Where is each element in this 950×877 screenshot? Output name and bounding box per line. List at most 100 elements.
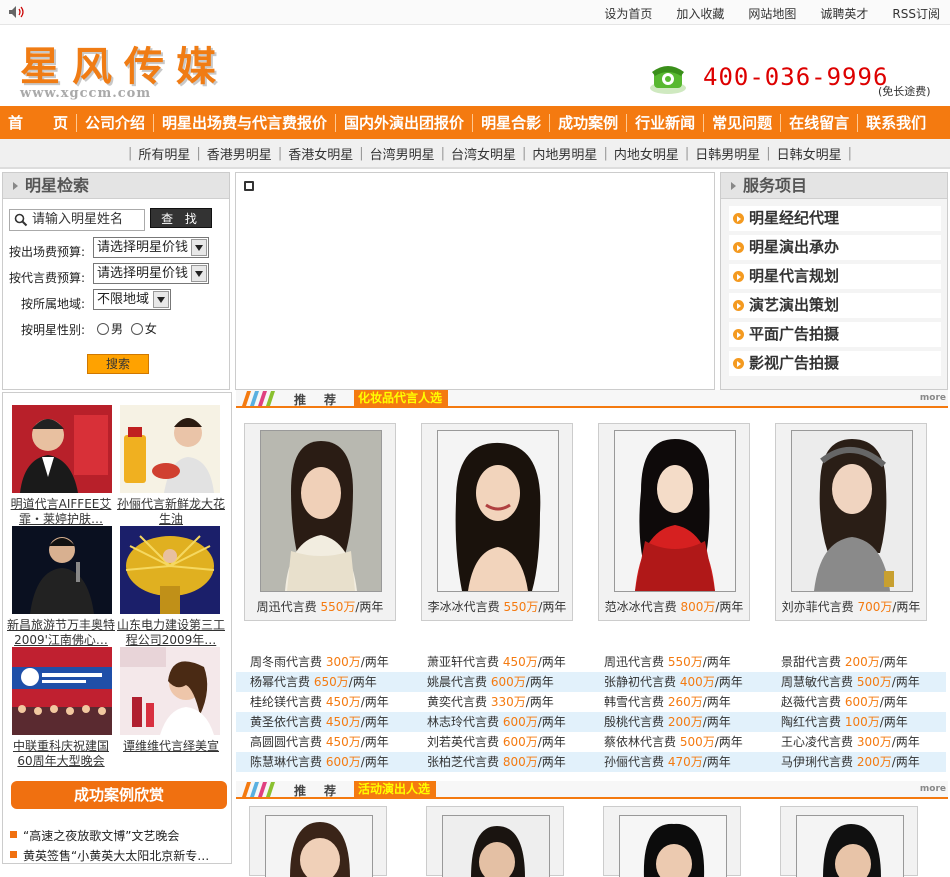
service-print-ads[interactable]: 平面广告拍摄 (729, 322, 941, 347)
event-star-photo-2[interactable] (442, 815, 550, 877)
cat-cn-female[interactable]: 内地女明星 (614, 144, 679, 163)
rss-link[interactable]: RSS订阅 (892, 5, 940, 22)
event-star-photo-1[interactable] (265, 815, 373, 877)
price-cell[interactable]: 孙俪代言费 470万/两年 (590, 752, 767, 772)
nav-home[interactable]: 首 页 (8, 112, 68, 133)
news-thumb-5[interactable] (12, 647, 112, 735)
star-photo-2[interactable] (437, 430, 559, 592)
star-card-2[interactable]: 李冰冰代言费 550万/两年 (421, 423, 573, 621)
event-star-card-3[interactable] (603, 806, 741, 877)
price-cell[interactable]: 张静初代言费 400万/两年 (590, 672, 767, 692)
star-card-1[interactable]: 周迅代言费 550万/两年 (244, 423, 396, 621)
nav-message[interactable]: 在线留言 (789, 112, 849, 133)
news-caption-3[interactable]: 新昌旅游节万丰奥特2009'江南佛心… (7, 618, 115, 648)
case-item-2[interactable]: 黄英签售“小黄英大太阳北京新专… (9, 847, 209, 864)
more-link[interactable]: more (920, 784, 946, 794)
star-photo-1[interactable] (260, 430, 382, 592)
nav-troupe-prices[interactable]: 国内外演出团报价 (344, 112, 464, 133)
price-cell[interactable]: 刘若英代言费 600万/两年 (413, 732, 590, 752)
event-star-card-1[interactable] (249, 806, 387, 877)
careers-link[interactable]: 诚聘英才 (820, 5, 868, 22)
price-cell[interactable]: 林志玲代言费 600万/两年 (413, 712, 590, 732)
center-banner (235, 172, 715, 390)
price-cell[interactable]: 殷桃代言费 200万/两年 (590, 712, 767, 732)
nav-news[interactable]: 行业新闻 (635, 112, 695, 133)
news-caption-6[interactable]: 谭维维代言绎美宣 (117, 739, 225, 769)
nav-cases[interactable]: 成功案例 (558, 112, 618, 133)
sitemap-link[interactable]: 网站地图 (748, 5, 796, 22)
price-cell[interactable]: 赵薇代言费 600万/两年 (767, 692, 944, 712)
news-caption-5[interactable]: 中联重科庆祝建国60周年大型晚会策… (7, 739, 115, 769)
nav-about[interactable]: 公司介绍 (85, 112, 145, 133)
cat-hk-female[interactable]: 香港女明星 (288, 144, 353, 163)
star-photo-3[interactable] (614, 430, 736, 592)
event-star-card-2[interactable] (426, 806, 564, 877)
search-submit-button[interactable]: 搜索 (87, 354, 149, 374)
add-favorite-link[interactable]: 加入收藏 (676, 5, 724, 22)
appearance-fee-select[interactable]: 请选择明星价钱 (93, 237, 209, 258)
price-cell[interactable]: 陶红代言费 100万/两年 (767, 712, 944, 732)
news-thumb-2[interactable] (120, 405, 220, 493)
news-caption-1[interactable]: 明道代言AIFFEE艾霏・莱婷护肤… (7, 497, 115, 527)
event-star-photo-3[interactable] (619, 815, 727, 877)
price-cell[interactable]: 高圆圆代言费 450万/两年 (236, 732, 413, 752)
price-cell[interactable]: 黄圣依代言费 450万/两年 (236, 712, 413, 732)
price-cell[interactable]: 姚晨代言费 600万/两年 (413, 672, 590, 692)
male-radio[interactable] (97, 323, 109, 335)
price-cell[interactable]: 陈慧琳代言费 600万/两年 (236, 752, 413, 772)
set-homepage-link[interactable]: 设为首页 (604, 5, 652, 22)
cat-tw-male[interactable]: 台湾男明星 (370, 144, 435, 163)
cat-jk-male[interactable]: 日韩男明星 (695, 144, 760, 163)
price-cell[interactable]: 杨幂代言费 650万/两年 (236, 672, 413, 692)
price-cell[interactable]: 王心凌代言费 300万/两年 (767, 732, 944, 752)
news-caption-2[interactable]: 孙俪代言新鲜龙大花生油 (117, 497, 225, 527)
news-thumb-6[interactable] (120, 647, 220, 735)
case-item-1[interactable]: “高速之夜放歌文博”文艺晚会 (9, 827, 179, 844)
site-logo[interactable]: 星风传媒 www.xgccm.com (20, 44, 230, 104)
price-cell[interactable]: 景甜代言费 200万/两年 (767, 652, 944, 672)
price-cell[interactable]: 黄奕代言费 330万/两年 (413, 692, 590, 712)
more-link[interactable]: more (920, 393, 946, 403)
event-star-card-4[interactable] (780, 806, 918, 877)
star-photo-4[interactable] (791, 430, 913, 592)
region-select[interactable]: 不限地域 (93, 289, 171, 310)
price-star-name: 韩雪代言费 (604, 695, 665, 709)
price-star-name: 陶红代言费 (781, 715, 842, 729)
nav-faq[interactable]: 常见问题 (712, 112, 772, 133)
service-performance[interactable]: 明星演出承办 (729, 235, 941, 260)
endorse-fee-select[interactable]: 请选择明星价钱 (93, 263, 209, 284)
service-video-ads[interactable]: 影视广告拍摄 (729, 351, 941, 376)
cat-all[interactable]: 所有明星 (138, 144, 190, 163)
star-card-4[interactable]: 刘亦菲代言费 700万/两年 (775, 423, 927, 621)
price-star-name: 周慧敏代言费 (781, 675, 854, 689)
price-cell[interactable]: 周冬雨代言费 300万/两年 (236, 652, 413, 672)
news-thumb-3[interactable] (12, 526, 112, 614)
price-cell[interactable]: 萧亚轩代言费 450万/两年 (413, 652, 590, 672)
news-thumb-1[interactable] (12, 405, 112, 493)
price-cell[interactable]: 周迅代言费 550万/两年 (590, 652, 767, 672)
price-cell[interactable]: 桂纶镁代言费 450万/两年 (236, 692, 413, 712)
cat-cn-male[interactable]: 内地男明星 (532, 144, 597, 163)
cat-tw-female[interactable]: 台湾女明星 (451, 144, 516, 163)
nav-star-fees[interactable]: 明星出场费与代言费报价 (162, 112, 327, 133)
nav-star-photos[interactable]: 明星合影 (481, 112, 541, 133)
price-cell[interactable]: 马伊琍代言费 200万/两年 (767, 752, 944, 772)
service-planning[interactable]: 演艺演出策划 (729, 293, 941, 318)
price-cell[interactable]: 张柏芝代言费 800万/两年 (413, 752, 590, 772)
service-agency[interactable]: 明星经纪代理 (729, 206, 941, 231)
news-thumb-4[interactable] (120, 526, 220, 614)
event-star-photo-4[interactable] (796, 815, 904, 877)
news-caption-4[interactable]: 山东电力建设第三工程公司2009年… (117, 618, 225, 648)
price-cell[interactable]: 周慧敏代言费 500万/两年 (767, 672, 944, 692)
price-cell[interactable]: 韩雪代言费 260万/两年 (590, 692, 767, 712)
price-cell[interactable]: 蔡依林代言费 500万/两年 (590, 732, 767, 752)
star-card-3[interactable]: 范冰冰代言费 800万/两年 (598, 423, 750, 621)
cat-hk-male[interactable]: 香港男明星 (207, 144, 272, 163)
price-star-name: 周冬雨代言费 (250, 655, 323, 669)
cat-jk-female[interactable]: 日韩女明星 (777, 144, 842, 163)
female-radio[interactable] (130, 323, 143, 335)
service-endorsement[interactable]: 明星代言规划 (729, 264, 941, 289)
find-button[interactable]: 查 找 (150, 208, 212, 228)
nav-contact[interactable]: 联系我们 (866, 112, 926, 133)
star-name-input[interactable]: 请输入明星姓名 (9, 209, 145, 231)
